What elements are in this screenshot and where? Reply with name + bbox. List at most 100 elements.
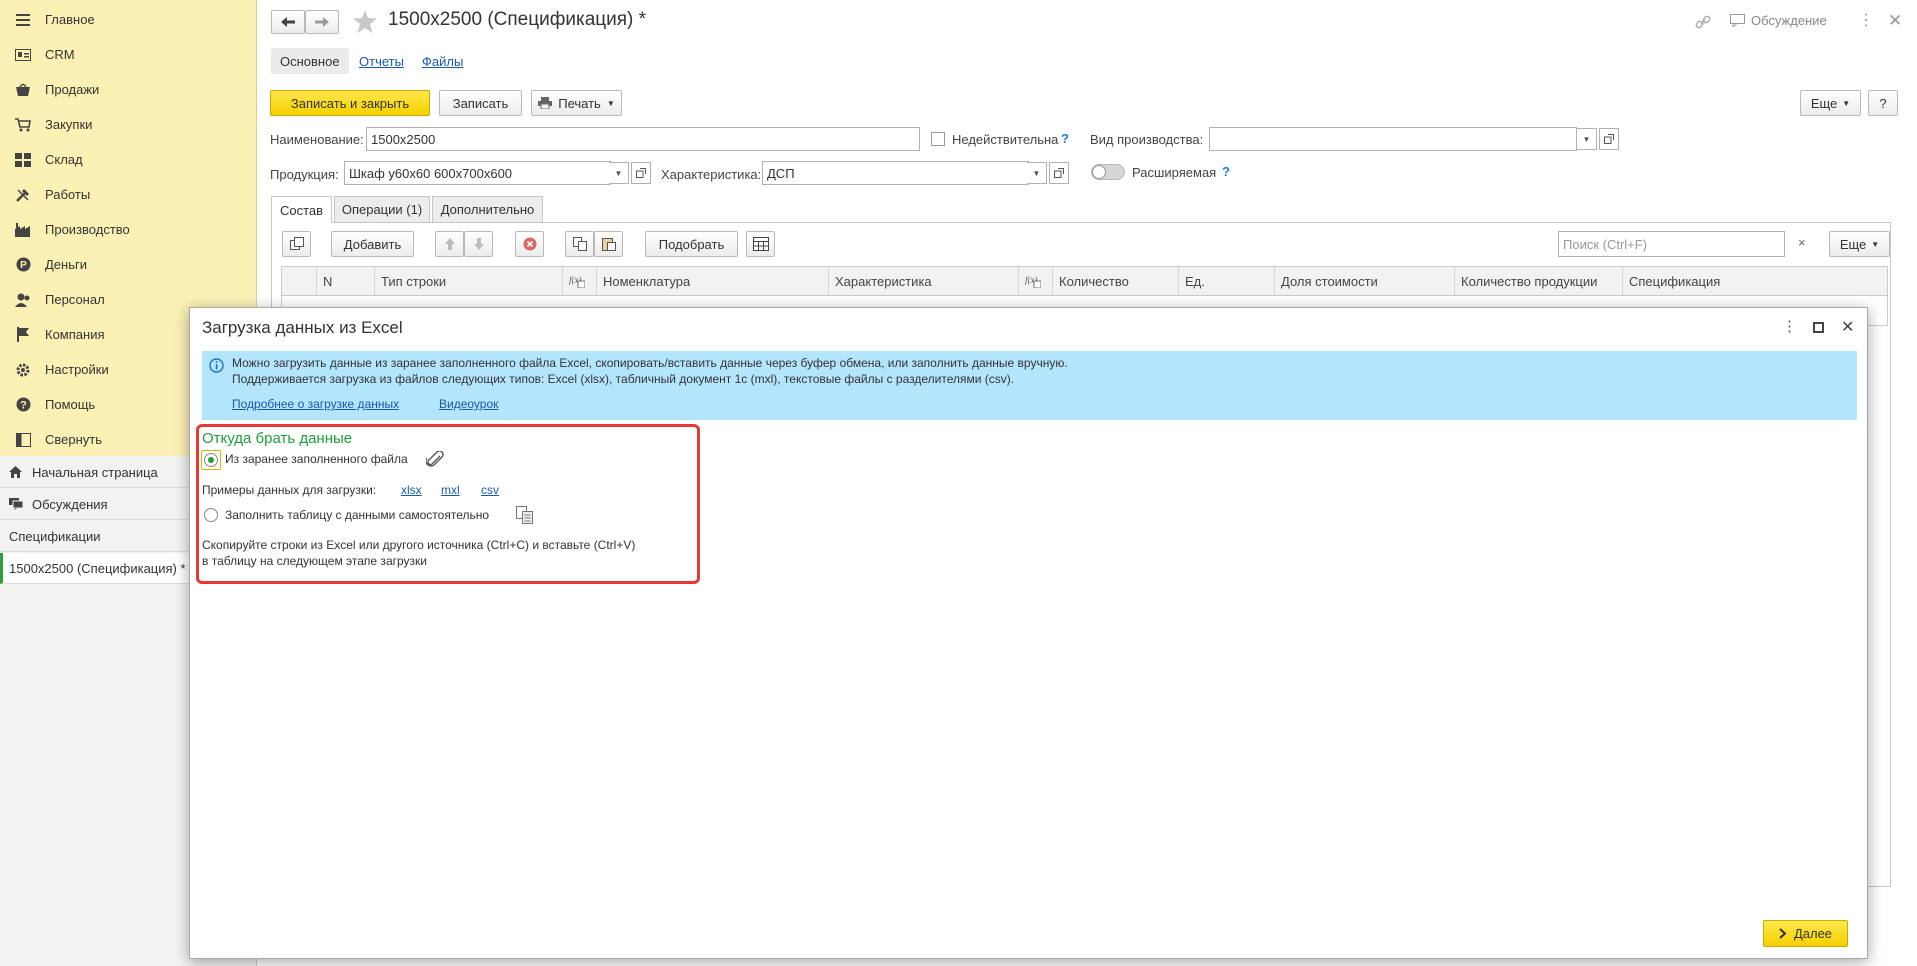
crm-icon [14,46,32,64]
product-label: Продукция: [270,167,339,182]
table-more-button[interactable]: Еще ▼ [1829,231,1890,257]
column-formula-1[interactable]: f(x) [562,267,596,295]
purchases-icon [14,116,32,134]
clear-search-icon[interactable]: × [1798,235,1806,250]
video-lesson-link[interactable]: Видеоурок [439,397,498,411]
add-row-button[interactable]: Добавить [331,231,414,257]
characteristic-open[interactable] [1049,162,1069,184]
open-document-label: 1500x2500 (Спецификация) * [9,560,186,576]
tab-additional[interactable]: Дополнительно [432,196,543,222]
more-button[interactable]: Еще ▼ [1800,90,1861,116]
column-formula-2[interactable]: f(x) [1018,267,1052,295]
move-up-button[interactable] [435,231,464,257]
delete-row-button[interactable] [515,231,544,257]
maximize-icon[interactable] [1813,322,1824,333]
invalid-checkbox[interactable] [931,132,945,146]
search-input[interactable]: Поиск (Ctrl+F) [1558,231,1785,257]
sidebar-item-label: Закупки [45,117,93,132]
characteristic-dropdown[interactable]: ▼ [1027,162,1047,184]
product-dropdown[interactable]: ▼ [609,162,629,184]
sidebar-item-label: CRM [45,47,75,62]
pick-button[interactable]: Подобрать [645,231,738,257]
column-quantity[interactable]: Количество [1052,267,1178,295]
discussion-button[interactable]: Обсуждение [1730,13,1827,28]
sidebar-item-works[interactable]: Работы [0,177,257,212]
close-icon[interactable]: ✕ [1841,317,1854,337]
column-n[interactable]: N [316,267,372,295]
paperclip-icon[interactable] [426,451,446,469]
extendable-hint[interactable]: ? [1222,164,1230,179]
sidebar-item-purchases[interactable]: Закупки [0,107,257,142]
example-xlsx-link[interactable]: xlsx [401,483,422,497]
column-product-quantity[interactable]: Количество продукции [1454,267,1622,295]
sidebar-item-label: Свернуть [45,432,103,447]
tab-files[interactable]: Файлы [422,54,463,69]
excel-load-button[interactable] [746,231,775,257]
sidebar-item-crm[interactable]: CRM [0,37,257,72]
paste-button[interactable] [594,231,623,257]
radio-manual[interactable] [204,508,218,522]
sales-icon [14,81,32,99]
product-open[interactable] [631,162,651,184]
production-kind-dropdown[interactable]: ▼ [1577,128,1597,150]
sidebar-item-main[interactable]: Главное [0,2,257,37]
forward-button[interactable] [305,10,339,34]
name-field[interactable]: 1500x2500 [366,127,920,151]
column-unit[interactable]: Ед. [1178,267,1274,295]
star-icon[interactable] [353,10,377,33]
column-cost-share[interactable]: Доля стоимости [1274,267,1454,295]
example-csv-link[interactable]: csv [481,483,499,497]
option-manual-label[interactable]: Заполнить таблицу с данными самостоятель… [225,508,489,522]
sidebar-item-label: Деньги [45,257,87,272]
copy-rows-button[interactable] [282,231,311,257]
column-nomenclature[interactable]: Номенклатура [596,267,828,295]
extendable-label: Расширяемая [1132,165,1217,180]
delete-icon [523,237,537,251]
column-specification[interactable]: Спецификация [1622,267,1888,295]
copy-hint-line1: Скопируйте строки из Excel или другого и… [202,538,636,552]
column-row-type[interactable]: Тип строки [374,267,562,295]
close-icon[interactable]: ✕ [1888,11,1902,31]
save-button[interactable]: Записать [439,90,522,116]
examples-label: Примеры данных для загрузки: [202,483,377,497]
column-characteristic[interactable]: Характеристика [828,267,1018,295]
production-icon [14,221,32,239]
move-down-button[interactable] [464,231,493,257]
example-mxl-link[interactable]: mxl [441,483,460,497]
invalid-hint[interactable]: ? [1061,131,1069,146]
sidebar-item-sales[interactable]: Продажи [0,72,257,107]
link-icon[interactable] [1695,14,1711,30]
characteristic-field[interactable]: ДСП [762,161,1029,185]
sidebar-item-warehouse[interactable]: Склад [0,142,257,177]
arrow-up-icon [444,238,455,250]
warehouse-icon [14,151,32,169]
save-and-close-button[interactable]: Записать и закрыть [270,90,430,116]
tab-operations[interactable]: Операции (1) [334,196,430,222]
tab-composition[interactable]: Состав [271,196,332,223]
product-field[interactable]: Шкаф у60х60 600х700х600 [344,161,611,185]
chevron-down-icon: ▼ [606,98,615,108]
sidebar-item-money[interactable]: P Деньги [0,247,257,282]
svg-text:?: ? [20,400,27,412]
sidebar-item-production[interactable]: Производство [0,212,257,247]
print-button[interactable]: Печать ▼ [531,90,622,116]
option-from-file-label[interactable]: Из заранее заполненного файла [225,452,408,466]
money-icon: P [14,256,32,274]
tab-main[interactable]: Основное [271,48,349,74]
formula-icon: f(x) [1025,274,1041,288]
formula-icon: f(x) [569,274,585,288]
more-vertical-icon[interactable]: ⋮ [1858,13,1874,29]
production-kind-field[interactable] [1209,127,1577,151]
more-vertical-icon[interactable]: ⋮ [1782,319,1797,334]
copy-icon [289,237,304,251]
next-button[interactable]: Далее [1763,920,1848,947]
production-kind-open[interactable] [1599,128,1619,150]
radio-from-file[interactable] [204,453,218,467]
back-button[interactable] [271,10,305,34]
more-about-loading-link[interactable]: Подробнее о загрузке данных [232,397,399,411]
extendable-toggle[interactable] [1091,164,1125,180]
copy-button[interactable] [565,231,594,257]
tab-reports[interactable]: Отчеты [359,54,404,69]
help-button[interactable]: ? [1868,90,1898,116]
sidebar-item-label: Персонал [45,292,105,307]
